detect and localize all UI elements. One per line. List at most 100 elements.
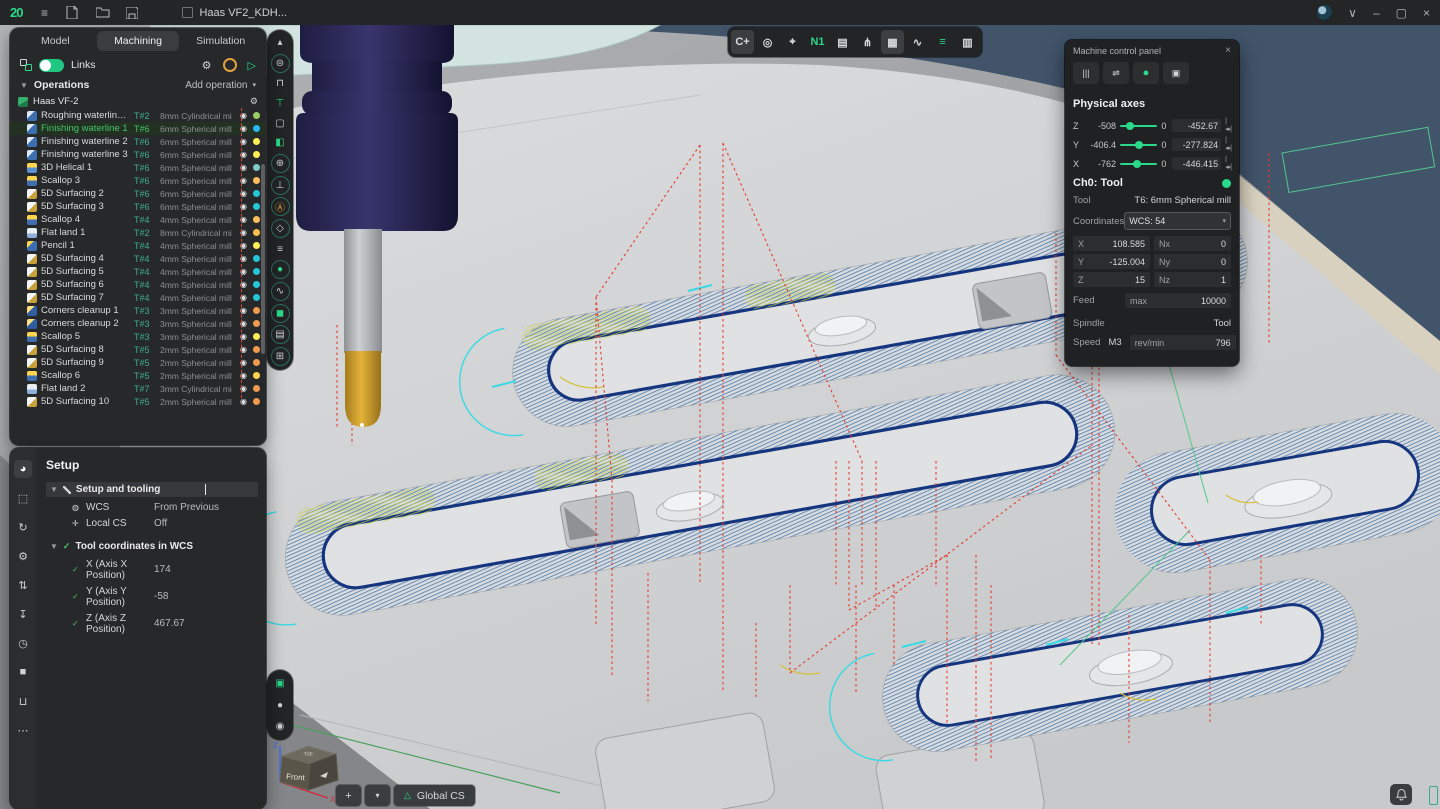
feed-field[interactable]: max10000 [1125, 293, 1231, 308]
axis-step-buttons[interactable]: |◂▸| [1225, 118, 1231, 133]
operation-row[interactable]: 5D Surfacing 2 T#6 6mm Spherical mill ◉ [10, 187, 266, 200]
time-icon[interactable]: ◷ [14, 634, 32, 652]
axis-value-field[interactable]: -446.415 [1172, 157, 1221, 170]
machine-icon[interactable]: ⊜ [271, 54, 290, 73]
operation-row[interactable]: Flat land 1 T#2 8mm Cylindrical mi ◉ [10, 226, 266, 239]
toolpath-visibility-icon[interactable]: ◉ [238, 306, 249, 315]
coordinate-field[interactable]: X108.585 [1073, 236, 1150, 251]
pattern-icon[interactable]: ≡ [272, 241, 289, 258]
restore-button[interactable]: ▢ [1396, 7, 1407, 19]
run-state-icon[interactable]: ● [1133, 62, 1159, 84]
axis-value-field[interactable]: -277.824 [1172, 138, 1221, 151]
signals-icon[interactable]: ∿ [906, 30, 929, 54]
toolpath-visibility-icon[interactable]: ◉ [238, 150, 249, 159]
toolpath-visibility-icon[interactable]: ◉ [238, 215, 249, 224]
operation-row[interactable]: 5D Surfacing 5 T#4 4mm Spherical mill ◉ [10, 265, 266, 278]
tool-length-icon[interactable]: ⊥ [271, 176, 290, 195]
regenerate-icon[interactable] [223, 58, 237, 72]
operation-row[interactable]: Roughing waterline 1 T#2 8mm Cylindrical… [10, 109, 266, 122]
global-cs-button[interactable]: △ Global CS [394, 785, 475, 806]
operation-row[interactable]: 5D Surfacing 8 T#5 2mm Spherical mill ◉ [10, 343, 266, 356]
axis-step-buttons[interactable]: |◂▸| [1225, 156, 1231, 171]
stock-pie-icon[interactable]: ◕ [14, 460, 32, 478]
operation-row[interactable]: Corners cleanup 2 T#3 3mm Spherical mill… [10, 317, 266, 330]
coordinate-field[interactable]: Z15 [1073, 272, 1150, 287]
jog-columns-icon[interactable]: ||| [1073, 62, 1099, 84]
fit-view-icon[interactable]: ▣ [272, 675, 289, 692]
toolpath-visibility-icon[interactable]: ◉ [238, 384, 249, 393]
toolpath-visibility-icon[interactable]: ◉ [238, 267, 249, 276]
toolpath-visibility-icon[interactable]: ◉ [238, 241, 249, 250]
fixture-icon[interactable]: Ⓐ [271, 197, 290, 216]
axis-value-field[interactable]: -452.67 [1172, 119, 1221, 132]
operations-settings-icon[interactable]: ⚙ [202, 59, 212, 72]
speed-field[interactable]: rev/min796 [1130, 335, 1236, 350]
nc-code-icon[interactable]: N1 [806, 30, 829, 54]
toolpath-visibility-icon[interactable]: ◉ [238, 345, 249, 354]
view-cube[interactable]: Z X Top Front [270, 736, 346, 804]
tool-coordinates-header[interactable]: ▼ ✓ Tool coordinates in WCS [46, 539, 258, 554]
operation-row[interactable]: 5D Surfacing 9 T#5 2mm Spherical mill ◉ [10, 356, 266, 369]
toolpath-visibility-icon[interactable]: ◉ [238, 163, 249, 172]
toolpath-visibility-icon[interactable]: ◉ [238, 124, 249, 133]
operation-row[interactable]: Scallop 6 T#5 2mm Spherical mill ◉ [10, 369, 266, 382]
normal-field[interactable]: Nz1 [1154, 272, 1231, 287]
probe-icon[interactable]: ⊕ [271, 154, 290, 173]
axis-slider[interactable] [1120, 163, 1157, 165]
fixture-icon[interactable]: ⊔ [14, 692, 32, 710]
machine-row[interactable]: Haas VF-2 ⚙ [10, 94, 266, 109]
toolpath-visibility-icon[interactable]: ◉ [238, 371, 249, 380]
axis-slider-knob[interactable] [1126, 122, 1134, 130]
operation-row[interactable]: Finishing waterline 2 T#6 6mm Spherical … [10, 135, 266, 148]
normal-field[interactable]: Ny0 [1154, 254, 1231, 269]
axis-slider[interactable] [1120, 144, 1157, 146]
surface-icon[interactable]: ◼ [271, 304, 290, 323]
machine-settings-icon[interactable]: ⚙ [250, 96, 258, 107]
target-part-icon[interactable]: ◧ [272, 134, 289, 151]
grid-icon[interactable]: ⊞ [271, 347, 290, 366]
toolpath-visibility-icon[interactable]: ◉ [238, 137, 249, 146]
minimize-button[interactable]: – [1373, 7, 1380, 19]
workspace-tab[interactable]: Model [14, 31, 97, 51]
toolpath-visibility-icon[interactable]: ◉ [238, 111, 249, 120]
operation-row[interactable]: 3D Helical 1 T#6 6mm Spherical mill ◉ [10, 161, 266, 174]
toolpath-visibility-icon[interactable]: ◉ [238, 176, 249, 185]
control-panel-icon[interactable]: ▦ [881, 30, 904, 54]
operation-row[interactable]: Scallop 3 T#6 6mm Spherical mill ◉ [10, 174, 266, 187]
operation-row[interactable]: 5D Surfacing 4 T#4 4mm Spherical mill ◉ [10, 252, 266, 265]
toolpath-visibility-icon[interactable]: ◉ [238, 332, 249, 341]
settings-icon[interactable]: ⚙ [14, 547, 32, 565]
layers-icon[interactable]: ≡ [931, 30, 954, 54]
axis-position-item[interactable]: ✓ X (Axis X Position) 174 [46, 556, 258, 583]
user-avatar[interactable] [1317, 5, 1332, 20]
plane-icon[interactable]: ◇ [271, 219, 290, 238]
toolpath-visibility-icon[interactable]: ◉ [238, 280, 249, 289]
probe-icon[interactable]: ◎ [756, 30, 779, 54]
operation-row[interactable]: 5D Surfacing 7 T#4 4mm Spherical mill ◉ [10, 291, 266, 304]
look-at-icon[interactable]: ◉ [272, 718, 289, 735]
workspace-tab[interactable]: Machining [97, 31, 180, 51]
cs-chevron-button[interactable]: ▾ [365, 785, 390, 806]
orbit-icon[interactable]: ● [272, 697, 289, 714]
axis-slider-knob[interactable] [1135, 141, 1143, 149]
save-icon[interactable] [126, 7, 142, 19]
axis-position-item[interactable]: ✓ Z (Axis Z Position) 467.67 [46, 610, 258, 637]
more-icon[interactable]: ⋯ [14, 721, 32, 739]
stock-sheet-icon[interactable]: ▤ [831, 30, 854, 54]
operation-row[interactable]: Scallop 4 T#4 4mm Spherical mill ◉ [10, 213, 266, 226]
operations-scrollbar[interactable] [261, 164, 265, 354]
setup-item[interactable]: ✛ Local CS Off [46, 515, 258, 531]
operation-row[interactable]: Finishing waterline 3 T#6 6mm Spherical … [10, 148, 266, 161]
toolpath-visibility-icon[interactable]: ◉ [238, 228, 249, 237]
close-button[interactable]: × [1423, 7, 1430, 19]
operation-row[interactable]: Finishing waterline 1 T#6 6mm Spherical … [10, 122, 266, 135]
document-tab[interactable]: Haas VF2_KDH... [182, 7, 286, 19]
caliper-icon[interactable]: ⌖ [781, 30, 804, 54]
signals-icon[interactable]: ⇌ [1103, 62, 1129, 84]
links-toggle[interactable] [39, 59, 64, 72]
operation-row[interactable]: Flat land 2 T#7 3mm Cylindrical mi ◉ [10, 382, 266, 395]
machine-config-icon[interactable]: C+ [731, 30, 754, 54]
workspace-tab[interactable]: Simulation [179, 31, 262, 51]
notifications-button[interactable] [1390, 784, 1412, 805]
operation-row[interactable]: Scallop 5 T#3 3mm Spherical mill ◉ [10, 330, 266, 343]
